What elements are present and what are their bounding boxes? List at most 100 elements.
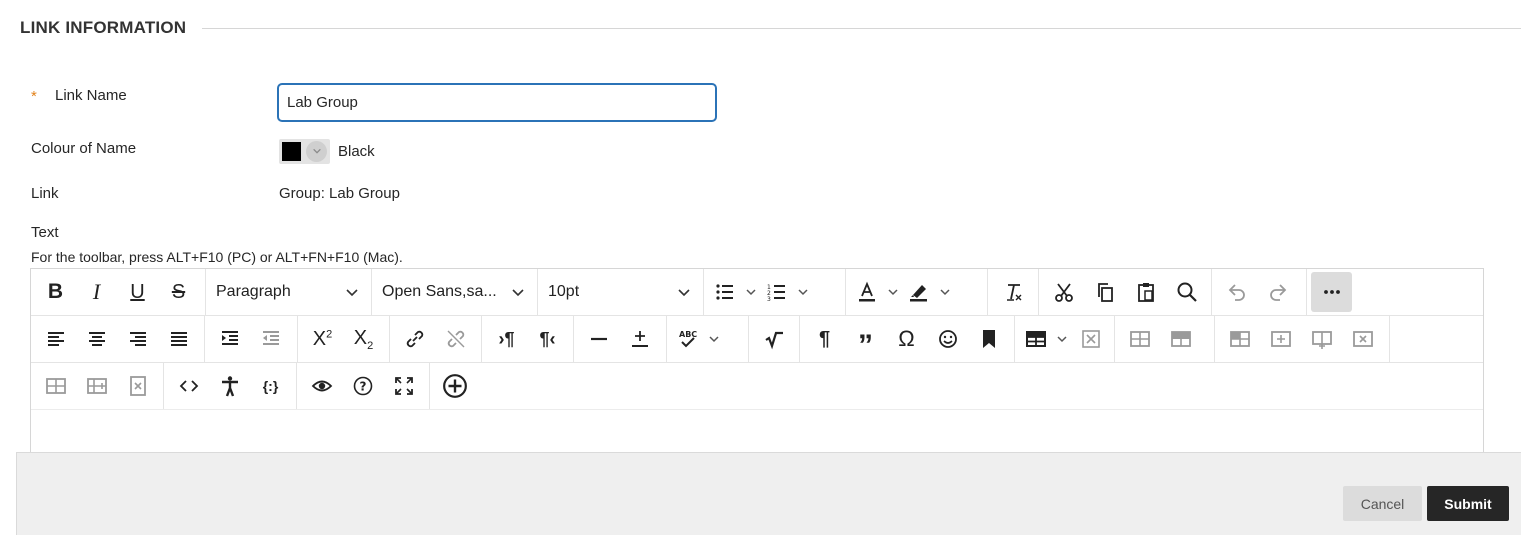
special-character-icon[interactable]: Ω [886,319,927,359]
outdent-icon[interactable] [250,319,291,359]
insert-column-before-icon[interactable] [35,366,76,406]
text-color-button[interactable] [850,272,902,312]
colour-of-name-label: Colour of Name [31,140,137,157]
text-color-icon [850,272,884,312]
italic-button[interactable]: I [76,272,117,312]
delete-column-icon[interactable] [117,366,158,406]
accessibility-icon[interactable] [209,366,250,406]
chevron-down-icon [306,141,327,162]
align-center-icon[interactable] [76,319,117,359]
delete-row-icon[interactable] [1342,319,1383,359]
indent-icon[interactable] [209,319,250,359]
numbered-list-button[interactable]: 123 [760,272,812,312]
preview-icon[interactable] [301,366,342,406]
table-cell-props-icon[interactable] [1160,319,1201,359]
more-options-icon[interactable] [1311,272,1352,312]
form-footer [16,452,1521,535]
spellcheck-icon: ABC [671,319,705,359]
link-value: Group: Lab Group [279,185,400,202]
table-icon [1019,319,1053,359]
spellcheck-button[interactable]: ABC [671,319,723,359]
cut-icon[interactable] [1043,272,1084,312]
align-right-icon[interactable] [117,319,158,359]
highlighter-icon [902,272,936,312]
font-family-select[interactable]: Open Sans,sa... [372,269,538,315]
fullscreen-icon[interactable] [383,366,424,406]
help-icon[interactable]: ? [342,366,383,406]
font-size-value: 10pt [548,283,580,300]
unlink-icon[interactable] [435,319,476,359]
ltr-direction-icon[interactable]: ›¶ [486,319,527,359]
insert-column-icon[interactable] [1301,319,1342,359]
required-marker: * [31,88,37,105]
copy-icon[interactable] [1084,272,1125,312]
underline-button[interactable]: U [117,272,158,312]
horizontal-line-icon[interactable] [578,319,619,359]
chevron-down-icon[interactable] [705,319,723,359]
align-left-icon[interactable] [35,319,76,359]
paste-icon[interactable] [1125,272,1166,312]
rich-text-editor[interactable]: B I U S Paragraph Open Sans,sa... 10pt 1… [30,268,1484,468]
block-format-value: Paragraph [216,283,291,300]
bullet-list-icon [708,272,742,312]
bookmark-icon[interactable] [968,319,1009,359]
undo-icon[interactable] [1216,272,1257,312]
link-icon[interactable] [394,319,435,359]
svg-text:ABC: ABC [679,330,697,339]
add-content-icon[interactable] [434,366,475,406]
section-title: LINK INFORMATION [20,18,187,37]
text-label: Text [31,224,59,241]
emoji-icon[interactable] [927,319,968,359]
template-variable-icon[interactable]: {:} [250,366,291,406]
toolbar-row-3: {:} ? [31,363,1483,410]
link-name-label: Link Name [55,87,127,104]
toolbar-hint: For the toolbar, press ALT+F10 (PC) or A… [31,249,403,265]
chevron-down-icon[interactable] [936,272,954,312]
svg-text:?: ? [359,380,366,394]
chevron-down-icon[interactable] [742,272,760,312]
colour-swatch [282,142,301,161]
source-code-icon[interactable] [168,366,209,406]
clear-formatting-icon[interactable] [992,272,1033,312]
insert-row-before-icon[interactable] [1219,319,1260,359]
insert-row-after-icon[interactable] [1260,319,1301,359]
bullet-list-button[interactable] [708,272,760,312]
math-equation-icon[interactable] [753,319,794,359]
submit-button[interactable]: Submit [1427,486,1509,521]
chevron-down-icon [678,289,690,297]
chevron-down-icon[interactable] [884,272,902,312]
cancel-button[interactable]: Cancel [1343,486,1422,521]
block-format-select[interactable]: Paragraph [206,269,372,315]
bold-button[interactable]: B [35,272,76,312]
insert-table-button[interactable] [1019,319,1071,359]
subscript-icon[interactable]: X2 [343,319,384,359]
colour-picker[interactable] [279,139,330,164]
link-name-input[interactable] [277,83,717,122]
toolbar-row-1: B I U S Paragraph Open Sans,sa... 10pt 1… [31,269,1483,316]
insert-column-after-icon[interactable] [76,366,117,406]
rtl-direction-icon[interactable]: ¶‹ [527,319,568,359]
blockquote-icon[interactable]: ” [845,319,886,361]
numbered-list-icon: 123 [760,272,794,312]
highlight-color-button[interactable] [902,272,954,312]
table-row-props-icon[interactable] [1119,319,1160,359]
section-divider [202,27,1521,29]
toolbar-row-2: X2 X2 ›¶ ¶‹ ABC ¶ ” Ω [31,316,1483,363]
search-icon[interactable] [1166,272,1207,312]
section-header: LINK INFORMATION [20,17,1521,39]
font-size-select[interactable]: 10pt [538,269,704,315]
redo-icon[interactable] [1257,272,1298,312]
delete-table-icon[interactable] [1071,319,1110,359]
insert-anchor-icon[interactable] [619,319,660,359]
superscript-icon[interactable]: X2 [302,319,343,359]
chevron-down-icon [512,289,524,297]
link-label: Link [31,185,59,202]
colour-value: Black [338,143,375,160]
strikethrough-button[interactable]: S [158,272,199,312]
font-family-value: Open Sans,sa... [382,283,497,300]
chevron-down-icon[interactable] [1053,319,1071,359]
svg-text:3: 3 [767,296,771,303]
chevron-down-icon[interactable] [794,272,812,312]
align-justify-icon[interactable] [158,319,199,359]
paragraph-mark-icon[interactable]: ¶ [804,319,845,359]
